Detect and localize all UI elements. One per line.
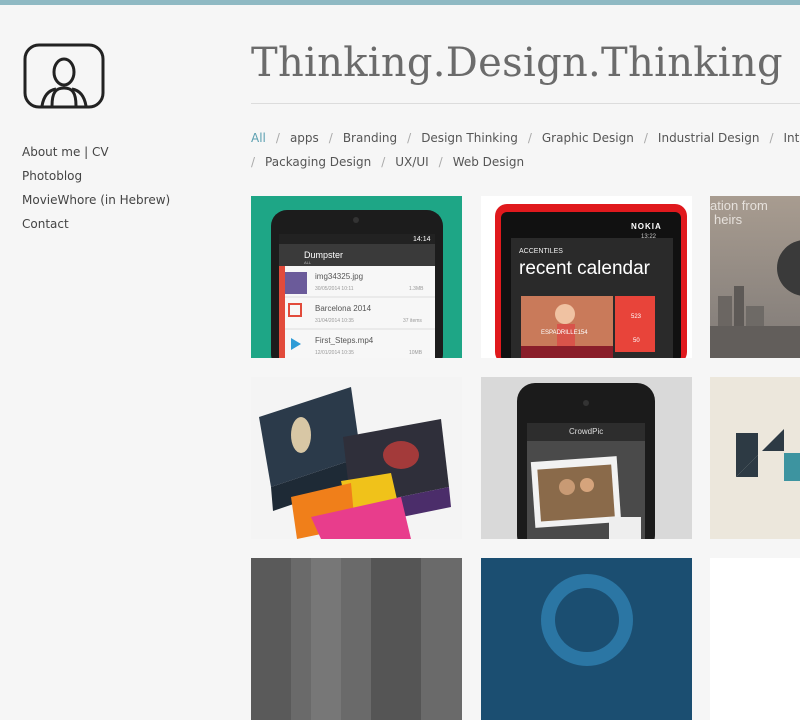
dumpster-time: 14:14 xyxy=(413,236,431,243)
portfolio-tile-crowdpic[interactable]: CrowdPic xyxy=(481,377,692,539)
filter-separator: / xyxy=(329,131,333,145)
filter-separator: / xyxy=(276,131,280,145)
dumpster-app-title: Dumpster xyxy=(304,250,343,260)
nav-moviewhore[interactable]: MovieWhore (in Hebrew) xyxy=(22,188,222,212)
filter-separator: / xyxy=(769,131,773,145)
portfolio-tile-white[interactable] xyxy=(710,558,800,720)
crowdpic-app-title: CrowdPic xyxy=(569,427,603,436)
filter-web-design[interactable]: Web Design xyxy=(453,155,524,169)
nokia-count-1: 523 xyxy=(631,314,641,320)
filter-apps[interactable]: apps xyxy=(290,131,319,145)
filter-industrial-design[interactable]: Industrial Design xyxy=(658,131,760,145)
blue-graphic-image xyxy=(481,558,692,720)
dumpster-row-1-name: img34325.jpg xyxy=(315,272,363,281)
filter-all[interactable]: All xyxy=(251,131,266,145)
portfolio-tile-blue[interactable] xyxy=(481,558,692,720)
filter-separator: / xyxy=(407,131,411,145)
filter-packaging-design[interactable]: Packaging Design xyxy=(265,155,371,169)
portfolio-tile-nokia-calendar[interactable]: NOKIA 13:22 ACCENTILES recent calendar E… xyxy=(481,196,692,358)
nav-photoblog[interactable]: Photoblog xyxy=(22,164,222,188)
filter-row-2: / Packaging Design / UX/UI / Web Design xyxy=(251,150,800,174)
city-overlay-text-1: ation from xyxy=(710,198,768,213)
site-logo[interactable] xyxy=(22,42,106,110)
nav-about[interactable]: About me | CV xyxy=(22,140,222,164)
nokia-accentiles: ACCENTILES xyxy=(519,248,563,255)
filter-separator: / xyxy=(251,155,255,169)
filter-separator: / xyxy=(644,131,648,145)
nokia-headline: recent calendar xyxy=(519,258,650,280)
packaging-boxes-image xyxy=(251,377,462,539)
filter-interaction-design[interactable]: Interaction De xyxy=(784,131,800,145)
portfolio-tile-wood[interactable] xyxy=(251,558,462,720)
nokia-time: 13:22 xyxy=(641,234,656,240)
filter-separator: / xyxy=(381,155,385,169)
brand-logo-image xyxy=(710,377,800,539)
dumpster-row-2-name: Barcelona 2014 xyxy=(315,304,371,313)
nav-contact[interactable]: Contact xyxy=(22,212,222,236)
dumpster-row-1-date: 30/05/2014 10:11 xyxy=(315,286,354,292)
portfolio-tile-dumpster[interactable]: Dumpster ALL 14:14 img34325.jpg 30/05/20… xyxy=(251,196,462,358)
nokia-user: ESPADRILLE154 xyxy=(541,330,588,336)
nokia-count-2: 50 xyxy=(633,338,640,344)
portfolio-tile-logo[interactable] xyxy=(710,377,800,539)
portfolio-tile-packaging[interactable] xyxy=(251,377,462,539)
filter-row-1: All / apps / Branding / Design Thinking / Graphi… xyxy=(251,126,800,150)
wood-image xyxy=(251,558,462,720)
site-title[interactable]: Thinking.Design.Thinking xyxy=(251,40,783,86)
city-overlay-text-2: heirs xyxy=(714,212,742,227)
portfolio-tile-city[interactable]: ation from heirs xyxy=(710,196,800,358)
category-filter: All / apps / Branding / Design Thinking / Graphi… xyxy=(251,126,800,174)
dumpster-row-3-name: First_Steps.mp4 xyxy=(315,336,373,345)
dumpster-app-sub: ALL xyxy=(304,260,311,265)
dumpster-row-1-size: 1.3MB xyxy=(409,286,423,292)
sidebar-nav: About me | CV Photoblog MovieWhore (in H… xyxy=(22,140,222,236)
filter-design-thinking[interactable]: Design Thinking xyxy=(421,131,518,145)
dumpster-row-3-date: 12/01/2014 10:35 xyxy=(315,350,354,356)
title-divider xyxy=(251,103,800,104)
top-accent-bar xyxy=(0,0,800,5)
filter-ux-ui[interactable]: UX/UI xyxy=(395,155,428,169)
filter-branding[interactable]: Branding xyxy=(343,131,397,145)
filter-separator: / xyxy=(528,131,532,145)
nokia-brand: NOKIA xyxy=(631,222,662,231)
crowdpic-phone-image xyxy=(481,377,692,539)
dumpster-row-2-size: 37 items xyxy=(403,318,422,324)
filter-graphic-design[interactable]: Graphic Design xyxy=(542,131,634,145)
dumpster-row-2-date: 31/04/2014 10:35 xyxy=(315,318,354,324)
dumpster-row-3-size: 10MB xyxy=(409,350,422,356)
avatar-icon xyxy=(22,42,106,110)
filter-separator: / xyxy=(439,155,443,169)
